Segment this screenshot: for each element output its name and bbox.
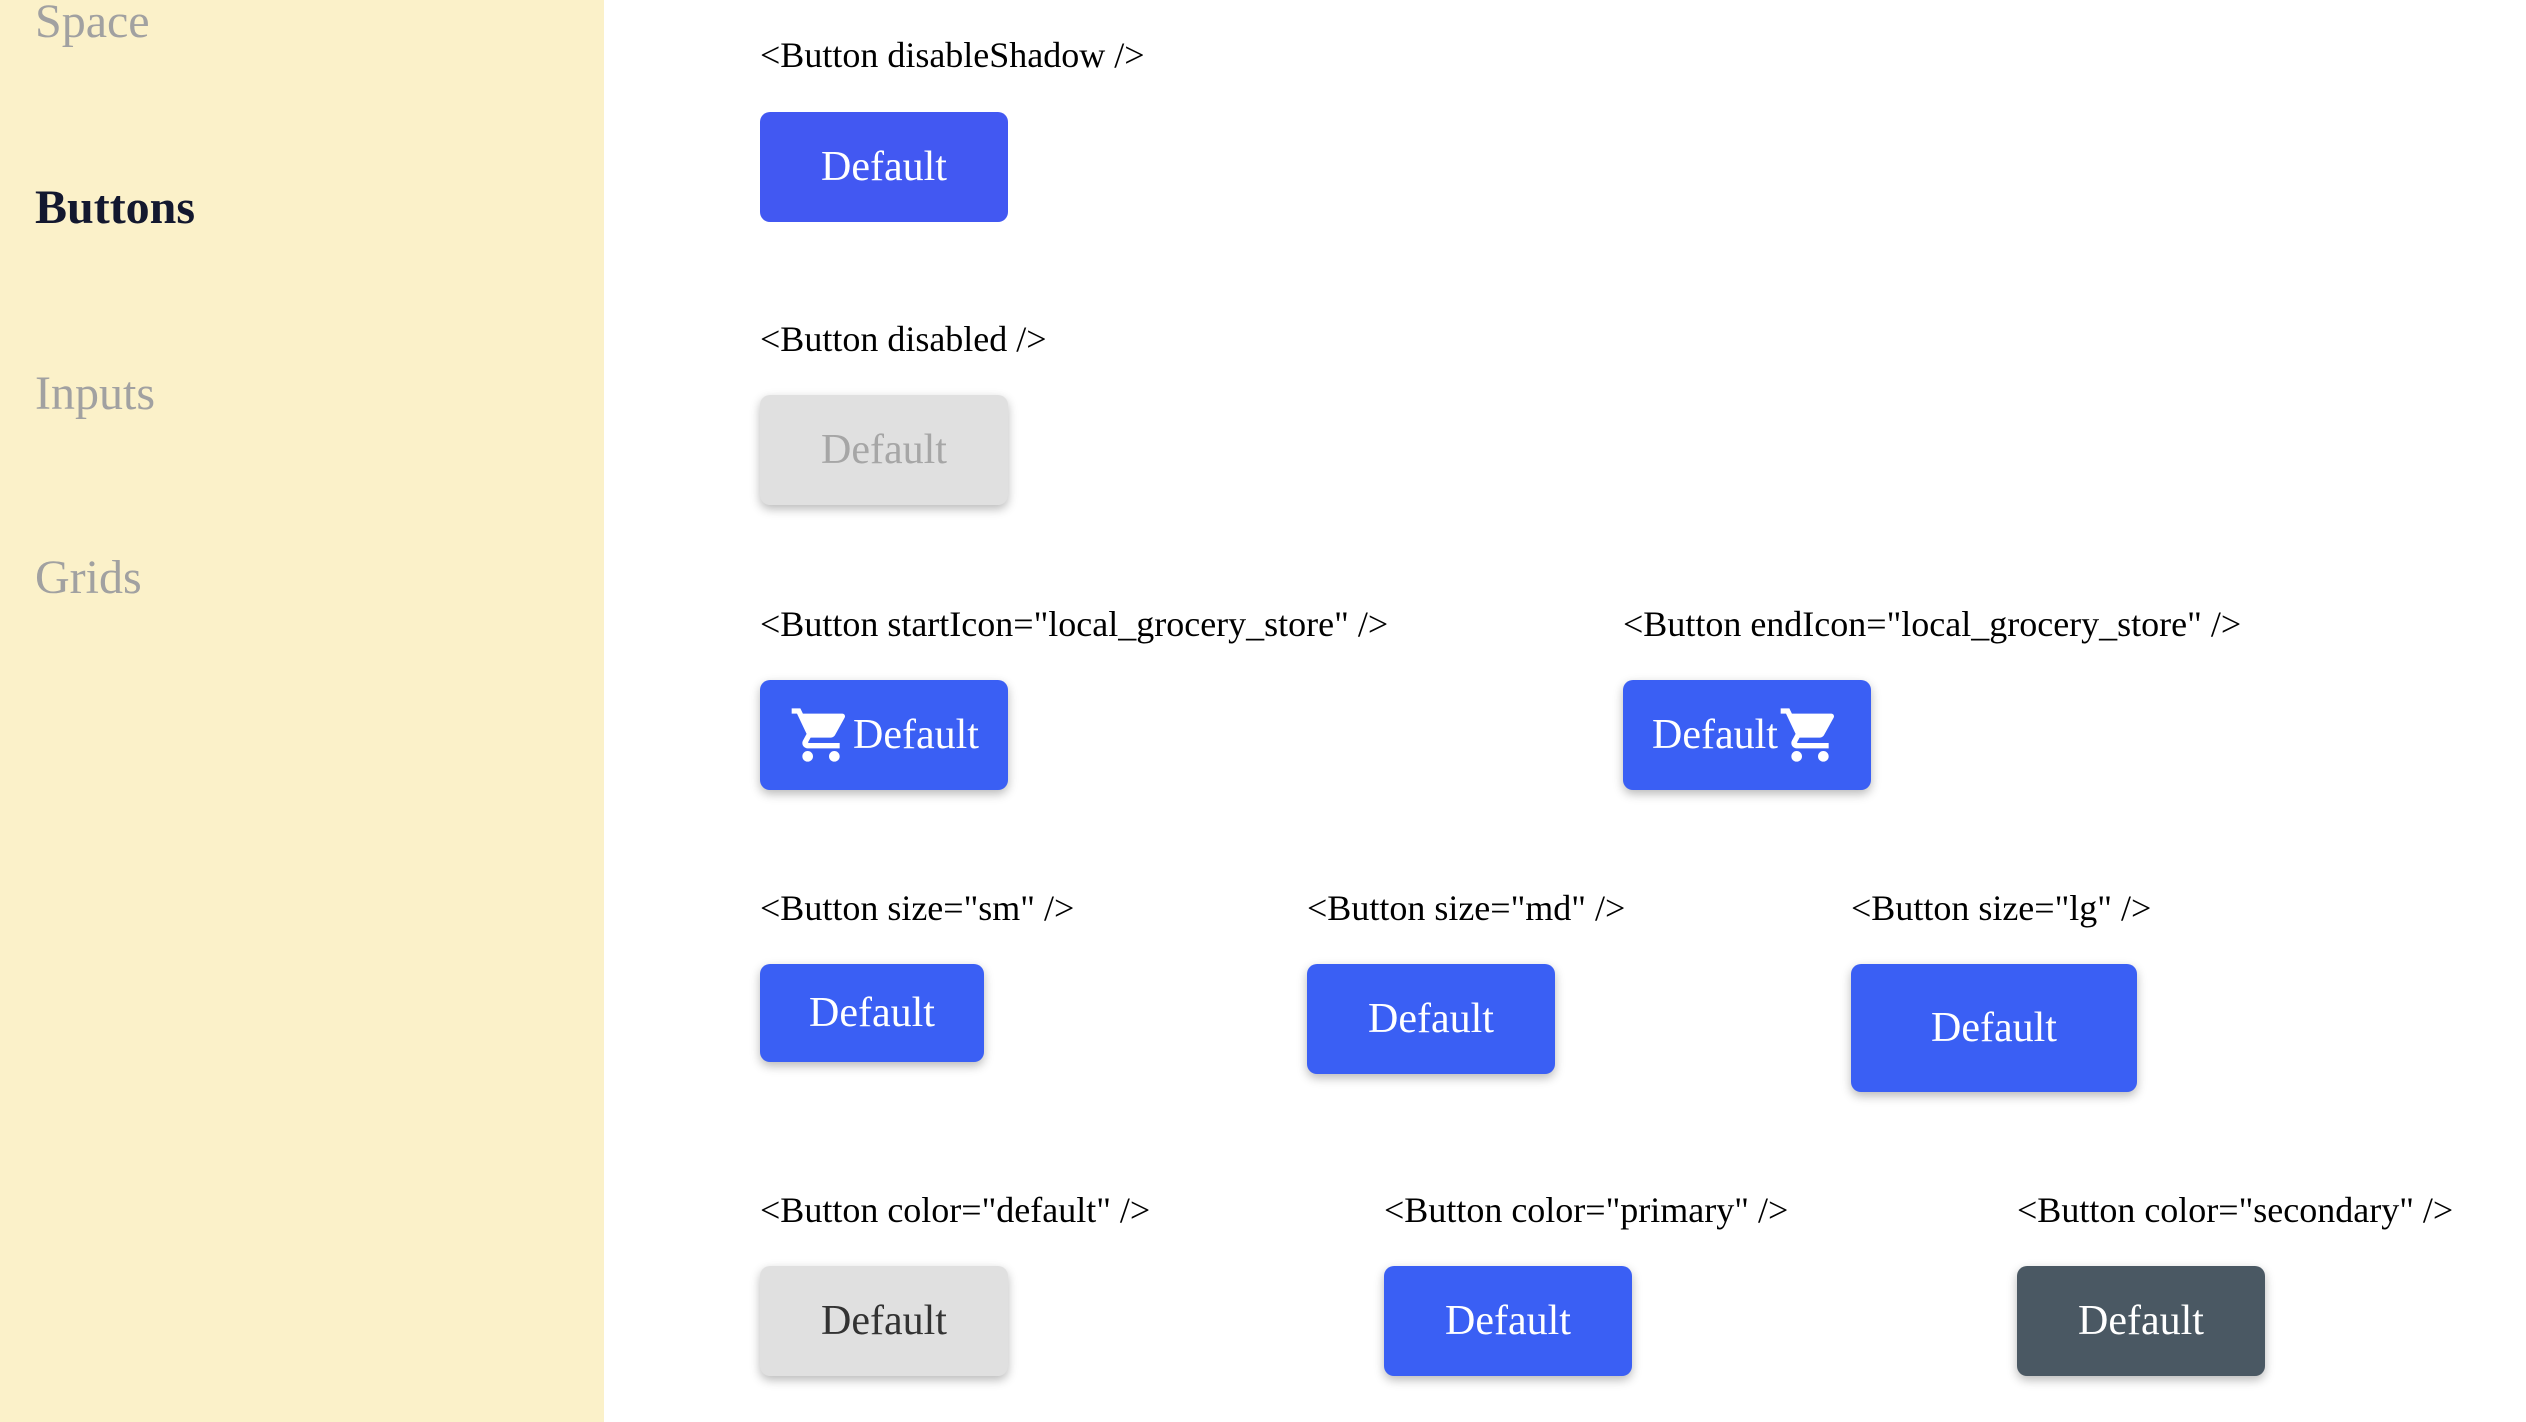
nav-item-inputs[interactable]: Inputs <box>35 366 155 421</box>
end-icon-button[interactable]: Default <box>1623 680 1871 790</box>
button-label: Default <box>821 144 947 190</box>
size-md-button[interactable]: Default <box>1307 964 1555 1074</box>
button-label: Default <box>1931 1005 2057 1051</box>
nav-item-grids[interactable]: Grids <box>35 550 142 605</box>
main-content: <Button disableShadow /> Default <Button… <box>604 0 2526 1422</box>
sidebar: Space Buttons Inputs Grids <box>0 0 604 1422</box>
color-secondary-button[interactable]: Default <box>2017 1266 2265 1376</box>
caption-disabled: <Button disabled /> <box>760 319 1047 359</box>
button-label: Default <box>1445 1298 1571 1344</box>
start-icon-button[interactable]: Default <box>760 680 1008 790</box>
shopping-cart-icon <box>1778 703 1842 767</box>
nav-item-space[interactable]: Space <box>35 0 150 49</box>
caption-color-primary: <Button color="primary" /> <box>1384 1190 1789 1230</box>
button-label: Default <box>821 427 947 473</box>
size-lg-button[interactable]: Default <box>1851 964 2137 1092</box>
caption-size-sm: <Button size="sm" /> <box>760 888 1075 928</box>
color-default-button[interactable]: Default <box>760 1266 1008 1376</box>
disable-shadow-button[interactable]: Default <box>760 112 1008 222</box>
caption-disable-shadow: <Button disableShadow /> <box>760 35 1145 75</box>
button-label: Default <box>809 990 935 1036</box>
button-label: Default <box>821 1298 947 1344</box>
caption-size-lg: <Button size="lg" /> <box>1851 888 2152 928</box>
caption-end-icon: <Button endIcon="local_grocery_store" /> <box>1623 604 2242 644</box>
button-label: Default <box>853 712 979 758</box>
size-sm-button[interactable]: Default <box>760 964 984 1062</box>
color-primary-button[interactable]: Default <box>1384 1266 1632 1376</box>
nav-item-buttons[interactable]: Buttons <box>35 180 195 235</box>
shopping-cart-icon <box>789 703 853 767</box>
button-label: Default <box>1368 996 1494 1042</box>
caption-size-md: <Button size="md" /> <box>1307 888 1626 928</box>
caption-color-default: <Button color="default" /> <box>760 1190 1151 1230</box>
button-label: Default <box>1652 712 1778 758</box>
button-label: Default <box>2078 1298 2204 1344</box>
caption-color-secondary: <Button color="secondary" /> <box>2017 1190 2454 1230</box>
caption-start-icon: <Button startIcon="local_grocery_store" … <box>760 604 1389 644</box>
disabled-button: Default <box>760 395 1008 505</box>
